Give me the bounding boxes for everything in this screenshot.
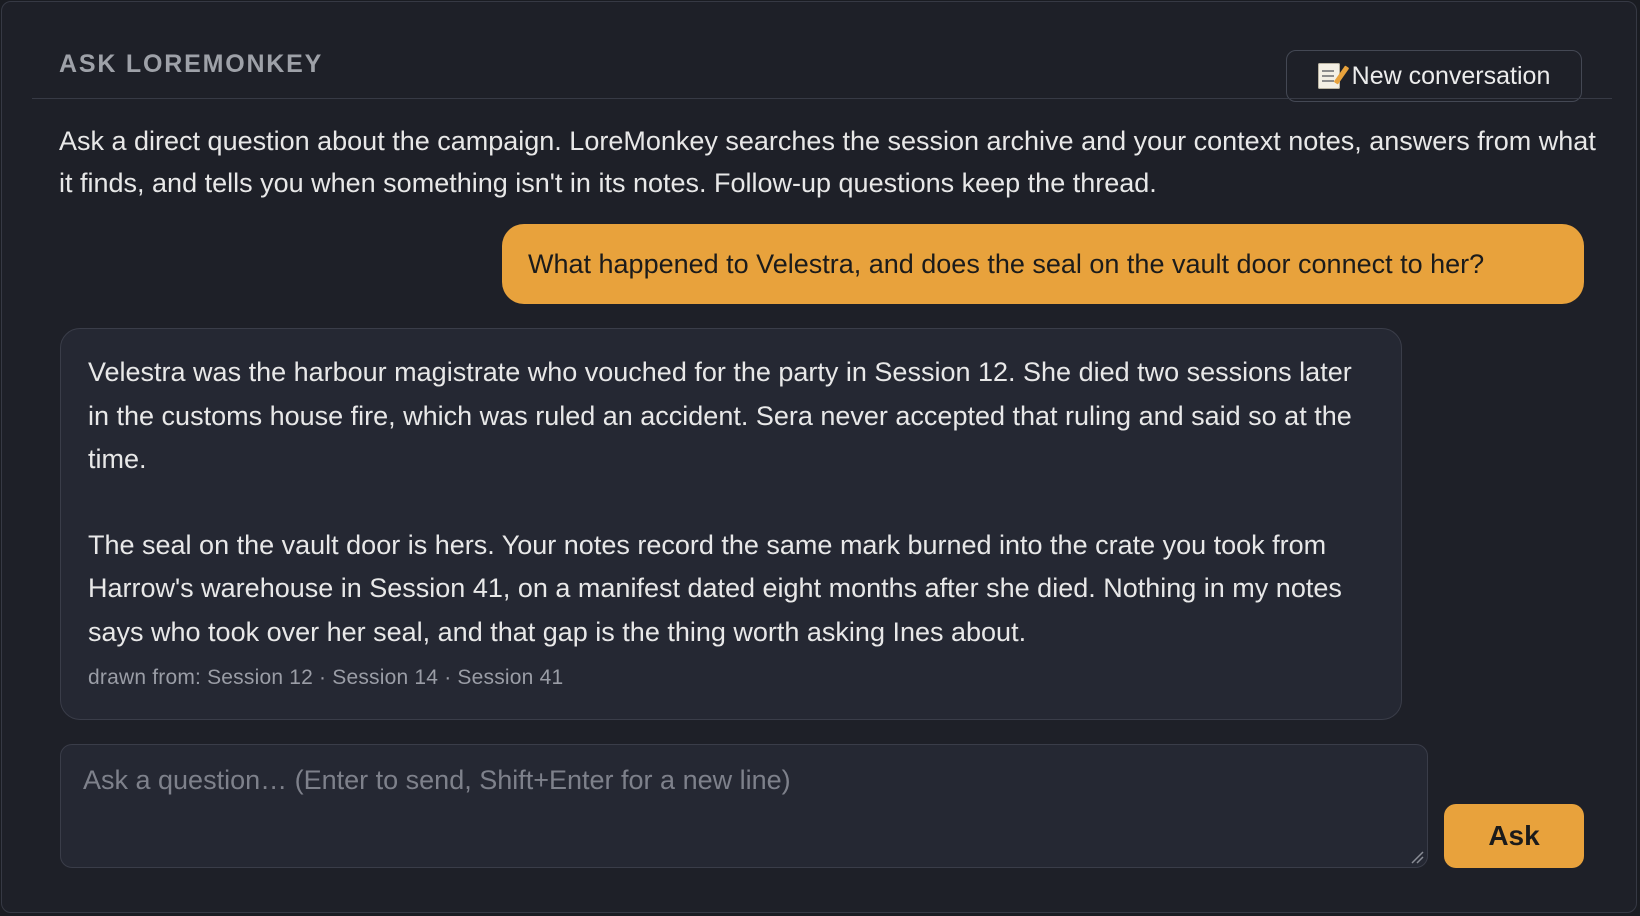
ask-button[interactable]: Ask: [1444, 804, 1584, 868]
memo-icon: [1317, 63, 1340, 89]
ask-loremonkey-panel: ASK LOREMONKEY New conversation Ask a di…: [1, 1, 1637, 913]
user-message-bubble: What happened to Velestra, and does the …: [502, 224, 1584, 304]
assistant-reply-bubble: Velestra was the harbour magistrate who …: [60, 328, 1402, 720]
user-message-text: What happened to Velestra, and does the …: [528, 248, 1485, 279]
new-conversation-button[interactable]: New conversation: [1286, 50, 1582, 102]
assistant-reply-paragraph: The seal on the vault door is hers. Your…: [88, 529, 1342, 647]
panel-title: ASK LOREMONKEY: [59, 50, 324, 78]
resize-grip-icon[interactable]: [1410, 850, 1424, 864]
title-divider: [32, 98, 1612, 99]
new-conversation-label: New conversation: [1351, 61, 1551, 90]
intro-text: Ask a direct question about the campaign…: [59, 126, 1596, 198]
assistant-reply-paragraph: Velestra was the harbour magistrate who …: [88, 357, 1352, 474]
reply-sources: drawn from: Session 12 · Session 14 · Se…: [88, 666, 564, 689]
question-input[interactable]: [60, 744, 1428, 868]
